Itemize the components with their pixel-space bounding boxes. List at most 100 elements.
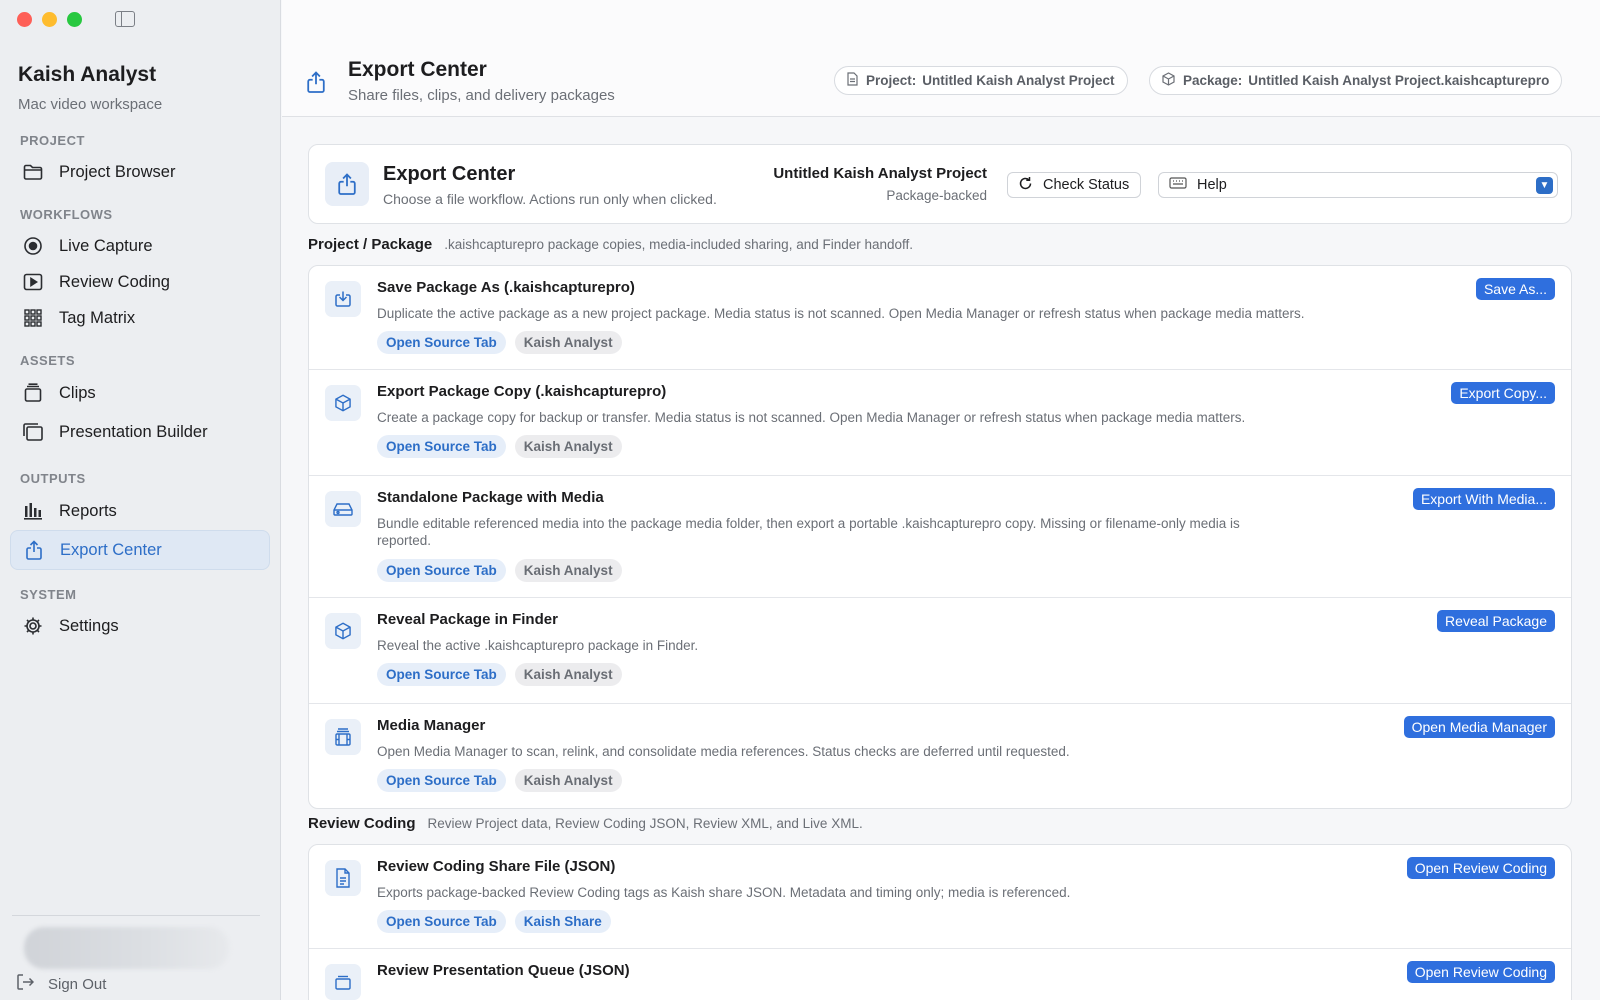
help-select[interactable]: Help ▼ [1158,172,1558,198]
play-rectangle-icon [22,271,44,293]
gear-icon [22,615,44,637]
sidebar-toggle-icon[interactable] [115,11,135,27]
check-status-button[interactable]: Check Status [1007,172,1141,198]
cube-icon [325,385,361,421]
open-source-tab-link[interactable]: Open Source Tab [377,559,506,582]
open-source-tab-link[interactable]: Open Source Tab [377,331,506,354]
row-description: Reveal the active .kaishcapturepro packa… [377,638,699,653]
folder-icon [22,161,44,183]
open-source-tab-link[interactable]: Open Source Tab [377,769,506,792]
group-title: Review Coding [308,815,416,832]
row-tags: Open Source Tab Kaish Share [377,910,611,933]
film-stack-icon [325,719,361,755]
summary-title: Export Center [383,163,516,185]
share-icon [325,162,369,206]
source-badge: Kaish Analyst [514,769,622,792]
share-icon [306,70,326,99]
export-with-media-button[interactable]: Export With Media... [1412,488,1555,510]
sidebar-nav: PROJECT Project Browser WORKFLOWS Live C… [0,128,280,644]
sidebar-item-tag-matrix[interactable]: Tag Matrix [10,300,270,336]
reveal-package-button[interactable]: Reveal Package [1437,610,1555,632]
minimize-window-button[interactable] [42,12,57,27]
open-review-coding-button[interactable]: Open Review Coding [1406,961,1555,983]
page-header: Export Center Share files, clips, and de… [282,0,1600,117]
row-description: Create a package copy for backup or tran… [377,410,1246,425]
sidebar-item-review-coding[interactable]: Review Coding [10,264,270,300]
open-media-manager-button[interactable]: Open Media Manager [1403,716,1555,738]
list-item: Standalone Package with Media Bundle edi… [309,476,1571,598]
sidebar-item-export-center[interactable]: Export Center [10,530,270,570]
drive-icon [325,491,361,527]
document-icon [325,860,361,896]
sign-out-label: Sign Out [48,975,107,993]
row-tags: Open Source Tab Kaish Analyst [377,559,622,582]
open-review-coding-button[interactable]: Open Review Coding [1406,857,1555,879]
sidebar-item-project-browser[interactable]: Project Browser [10,154,270,190]
sidebar-item-clips[interactable]: Clips [10,374,270,412]
list-item: Save Package As (.kaishcapturepro) Dupli… [309,266,1571,370]
row-title: Standalone Package with Media [377,489,604,506]
project-pill-key: Project: [866,73,917,88]
sidebar-item-label: Settings [59,616,119,635]
row-title: Review Coding Share File (JSON) [377,858,616,875]
package-pill: Package: Untitled Kaish Analyst Project.… [1149,66,1563,95]
check-status-label: Check Status [1043,177,1130,193]
list-item: Export Package Copy (.kaishcapturepro) C… [309,370,1571,476]
open-source-tab-link[interactable]: Open Source Tab [377,435,506,458]
package-pill-key: Package: [1183,73,1243,88]
open-source-tab-link[interactable]: Open Source Tab [377,663,506,686]
kaish-share-badge[interactable]: Kaish Share [514,910,611,933]
row-description: Open Media Manager to scan, relink, and … [377,744,1070,759]
sidebar-item-label: Clips [59,383,96,402]
list-item: Media Manager Open Media Manager to scan… [309,704,1571,808]
row-tags: Open Source Tab Kaish Analyst [377,663,622,686]
sidebar-divider [12,915,260,916]
project-pill: Project: Untitled Kaish Analyst Project [834,66,1128,95]
row-title: Review Presentation Queue (JSON) [377,962,630,979]
chevron-down-icon: ▼ [1536,177,1553,194]
share-icon [23,539,45,561]
export-center-summary: Export Center Choose a file workflow. Ac… [308,144,1572,224]
close-window-button[interactable] [17,12,32,27]
sidebar-item-settings[interactable]: Settings [10,608,270,644]
package-pill-value: Untitled Kaish Analyst Project.kaishcapt… [1248,73,1550,88]
source-badge: Kaish Analyst [514,559,622,582]
zoom-window-button[interactable] [67,12,82,27]
keyboard-icon [1169,177,1187,193]
sign-out-button[interactable]: Sign Out [16,973,106,995]
row-title: Media Manager [377,717,486,734]
cube-icon [325,613,361,649]
list-item: Reveal Package in Finder Reveal the acti… [309,598,1571,704]
section-label-workflows: WORKFLOWS [20,207,113,222]
sign-out-icon [16,973,36,995]
sidebar-item-live-capture[interactable]: Live Capture [10,228,270,264]
clips-stack-icon [22,382,44,404]
sidebar-item-label: Live Capture [59,236,153,255]
section-label-system: SYSTEM [20,587,77,602]
export-copy-button[interactable]: Export Copy... [1451,382,1555,404]
row-tags: Open Source Tab Kaish Analyst [377,769,622,792]
sidebar-item-presentation-builder[interactable]: Presentation Builder [10,412,270,452]
row-tags: Open Source Tab Kaish Analyst [377,435,622,458]
save-as-button[interactable]: Save As... [1475,278,1555,300]
user-account-blurred[interactable] [24,927,229,969]
section-label-assets: ASSETS [20,353,76,368]
open-source-tab-link[interactable]: Open Source Tab [377,910,506,933]
sidebar-item-reports[interactable]: Reports [10,492,270,530]
source-badge: Kaish Analyst [514,663,622,686]
sidebar: Kaish Analyst Mac video workspace PROJEC… [0,0,281,1000]
row-description: Exports package-backed Review Coding tag… [377,885,1071,900]
group-header-project-package: Project / Package .kaishcapturepro packa… [308,236,913,253]
window-controls [17,12,82,27]
sidebar-item-label: Presentation Builder [59,422,208,441]
app-title: Kaish Analyst [18,63,157,86]
group-header-review-coding: Review Coding Review Project data, Revie… [308,815,863,832]
bar-chart-icon [22,500,44,522]
app-subtitle: Mac video workspace [18,96,163,113]
project-package-card-group: Save Package As (.kaishcapturepro) Dupli… [308,265,1572,809]
sidebar-item-label: Review Coding [59,272,170,291]
row-title: Export Package Copy (.kaishcapturepro) [377,383,667,400]
source-badge: Kaish Analyst [514,331,622,354]
summary-project-name: Untitled Kaish Analyst Project [773,165,987,182]
list-item: Review Presentation Queue (JSON) Open Re… [309,949,1571,1000]
